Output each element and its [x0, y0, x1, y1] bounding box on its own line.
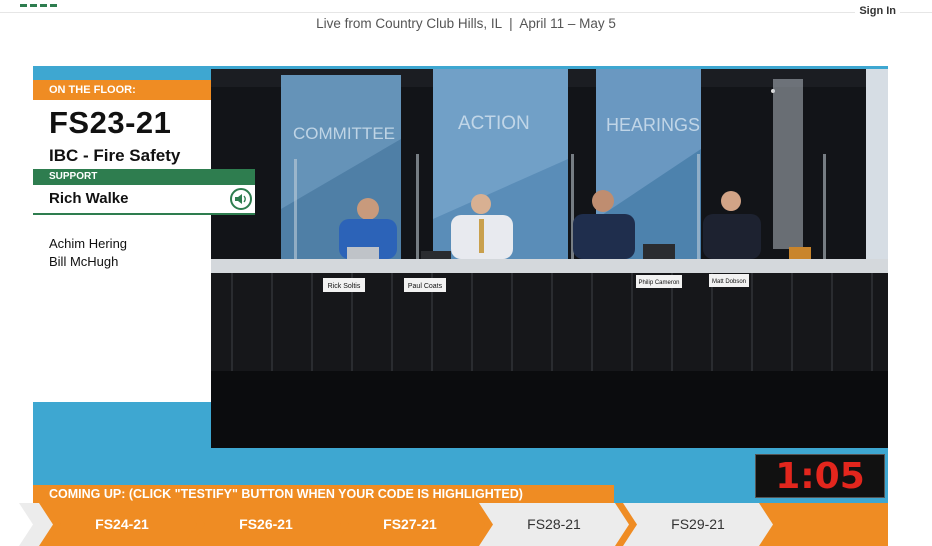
nameplate: Philip Cameron — [638, 280, 679, 286]
coming-up-label: COMING UP: (CLICK "TESTIFY" BUTTON WHEN … — [33, 485, 614, 503]
nameplate: Rick Soltis — [328, 283, 361, 290]
hearing-stream-frame: ON THE FLOOR: FS23-21 IBC - Fire Safety … — [33, 66, 888, 546]
support-queue-item: Achim Hering — [49, 236, 128, 251]
event-subtitle: Live from Country Club Hills, IL | April… — [316, 16, 616, 31]
queue-item-fs24[interactable]: FS24-21 — [47, 503, 197, 546]
live-video[interactable]: COMMITTEE ACTION HEARINGS Rick Soltis Pa… — [211, 69, 888, 448]
speaker-volume-icon — [230, 188, 252, 210]
current-code-name: IBC - Fire Safety — [49, 146, 181, 165]
queue-edge — [19, 503, 53, 546]
current-speaker-name: Rich Walke — [49, 190, 129, 207]
current-speaker-row: Rich Walke — [33, 185, 255, 215]
support-queue-item: Bill McHugh — [49, 254, 119, 269]
video-scene: COMMITTEE ACTION HEARINGS Rick Soltis Pa… — [211, 69, 888, 448]
support-label: SUPPORT — [33, 169, 255, 185]
backdrop-text: ACTION — [458, 113, 530, 134]
speaker-timer: 1:05 — [755, 454, 885, 498]
on-floor-badge: ON THE FLOOR: — [33, 80, 211, 100]
backdrop-text: COMMITTEE — [293, 124, 395, 143]
on-floor-panel: ON THE FLOOR: FS23-21 IBC - Fire Safety … — [33, 80, 211, 402]
queue-item-fs27[interactable]: FS27-21 — [335, 503, 485, 546]
queue-item-fs26[interactable]: FS26-21 — [191, 503, 341, 546]
header-divider — [0, 12, 932, 13]
queue-item-fs28[interactable]: FS28-21 — [479, 503, 629, 546]
backdrop-text: HEARINGS — [606, 115, 700, 135]
site-logo[interactable] — [20, 4, 57, 7]
coming-up-queue: FS24-21 FS26-21 FS27-21 FS28-21 FS29-21 — [33, 503, 888, 546]
nameplate: Matt Dobson — [712, 279, 746, 285]
queue-item-fs29[interactable]: FS29-21 — [623, 503, 773, 546]
current-code: FS23-21 — [49, 105, 172, 140]
nameplate: Paul Coats — [408, 283, 443, 290]
